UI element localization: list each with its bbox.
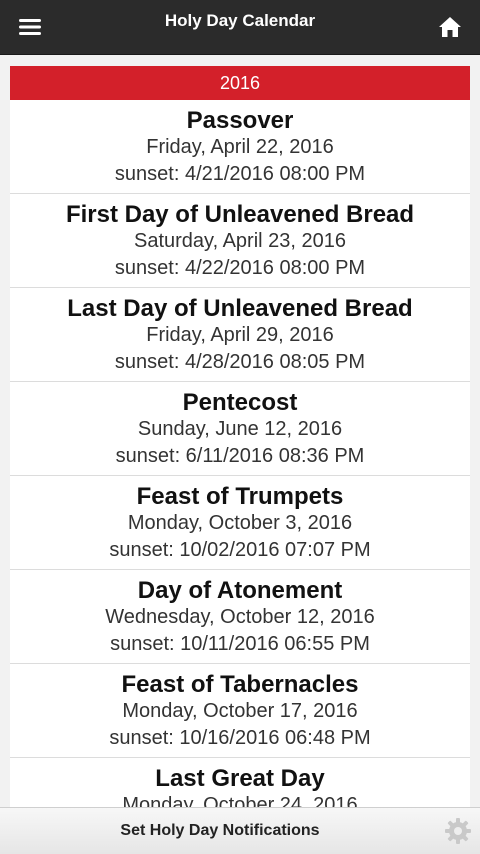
holy-day-name: Passover [186, 107, 294, 134]
holy-day-sunset: sunset: 4/21/2016 08:00 PM [114, 163, 366, 185]
holy-day-date: Friday, April 22, 2016 [146, 136, 334, 158]
holy-day-date: Sunday, June 12, 2016 [137, 418, 343, 440]
holy-day-date: Monday, October 17, 2016 [122, 700, 358, 722]
list-item[interactable]: First Day of Unleavened Bread Saturday, … [10, 194, 470, 288]
holy-day-date: Saturday, April 23, 2016 [134, 230, 346, 252]
holy-day-name: Feast of Trumpets [136, 483, 344, 510]
page-title: Holy Day Calendar [164, 11, 316, 30]
holy-day-name: Last Day of Unleavened Bread [67, 295, 413, 322]
list-item[interactable]: Pentecost Sunday, June 12, 2016 sunset: … [10, 382, 470, 476]
holy-day-name: First Day of Unleavened Bread [65, 201, 415, 228]
gear-icon [445, 818, 471, 844]
settings-button[interactable] [444, 817, 472, 845]
list-item[interactable]: Feast of Tabernacles Monday, October 17,… [10, 664, 470, 758]
list-item[interactable]: Last Great Day Monday, October 24, 2016 [10, 758, 470, 808]
holy-day-list: Passover Friday, April 22, 2016 sunset: … [10, 100, 470, 808]
holy-day-date: Friday, April 29, 2016 [146, 324, 334, 346]
year-header: 2016 [10, 66, 470, 100]
holy-day-name: Feast of Tabernacles [121, 671, 359, 698]
holy-day-sunset: sunset: 4/28/2016 08:05 PM [114, 351, 366, 373]
holy-day-name: Last Great Day [155, 765, 325, 792]
holy-day-sunset: sunset: 10/16/2016 06:48 PM [109, 727, 371, 749]
home-button[interactable] [434, 13, 466, 41]
holy-day-sunset: sunset: 6/11/2016 08:36 PM [115, 445, 365, 467]
top-app-bar: Holy Day Calendar [0, 0, 480, 55]
holy-day-date: Monday, October 3, 2016 [127, 512, 353, 534]
list-item[interactable]: Passover Friday, April 22, 2016 sunset: … [10, 100, 470, 194]
list-item[interactable]: Day of Atonement Wednesday, October 12, … [10, 570, 470, 664]
bottom-toolbar: Set Holy Day Notifications [0, 807, 480, 854]
holy-day-sunset: sunset: 10/02/2016 07:07 PM [109, 539, 371, 561]
set-notifications-button[interactable]: Set Holy Day Notifications [0, 808, 440, 854]
holy-day-sunset: sunset: 4/22/2016 08:00 PM [114, 257, 366, 279]
holy-day-list-panel: 2016 Passover Friday, April 22, 2016 sun… [10, 66, 470, 808]
home-icon [439, 17, 461, 37]
list-item[interactable]: Feast of Trumpets Monday, October 3, 201… [10, 476, 470, 570]
holy-day-name: Day of Atonement [137, 577, 343, 604]
holy-day-sunset: sunset: 10/11/2016 06:55 PM [110, 633, 370, 655]
list-item[interactable]: Last Day of Unleavened Bread Friday, Apr… [10, 288, 470, 382]
holy-day-name: Pentecost [182, 389, 298, 416]
holy-day-date: Wednesday, October 12, 2016 [105, 606, 375, 628]
holy-day-date: Monday, October 24, 2016 [122, 794, 358, 808]
